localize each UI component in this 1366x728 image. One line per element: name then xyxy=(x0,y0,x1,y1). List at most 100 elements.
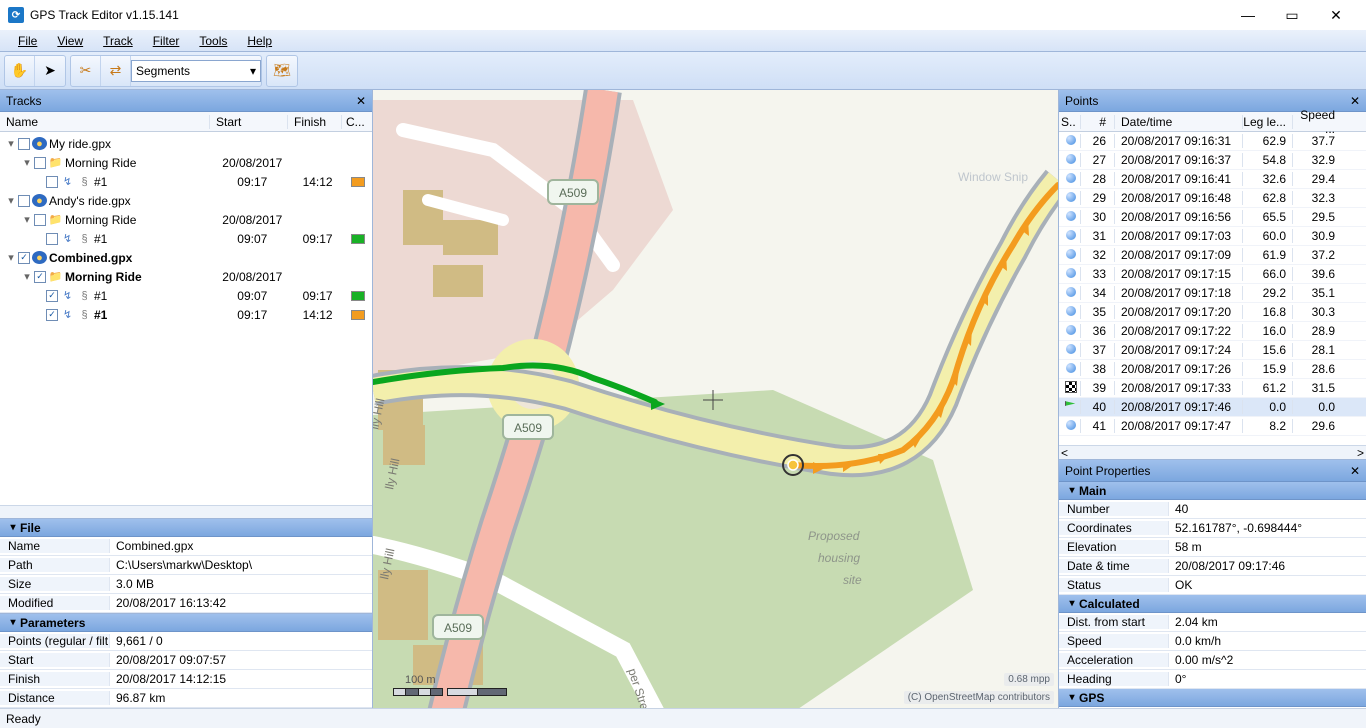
prop-label: Points (regular / filt xyxy=(0,634,110,648)
point-leg: 65.5 xyxy=(1243,210,1293,224)
gps-section-header[interactable]: ▾ GPS xyxy=(1059,689,1366,707)
menu-tools[interactable]: Tools xyxy=(189,30,237,51)
point-row[interactable]: 3520/08/2017 09:17:2016.830.3 xyxy=(1059,303,1366,322)
collapse-icon: ▾ xyxy=(1065,692,1079,703)
reverse-tool[interactable]: ⇄ xyxy=(101,56,131,86)
point-num: 32 xyxy=(1081,248,1115,262)
prop-value: 20/08/2017 16:13:42 xyxy=(110,596,372,610)
tree-row[interactable]: ↯§#109:1714:12 xyxy=(0,172,372,191)
param-prop-row: Start20/08/2017 09:07:57 xyxy=(0,651,372,670)
point-row[interactable]: 3620/08/2017 09:17:2216.028.9 xyxy=(1059,322,1366,341)
segment-selector[interactable]: Segments ▾ xyxy=(131,60,261,82)
point-row[interactable]: 2920/08/2017 09:16:4862.832.3 xyxy=(1059,189,1366,208)
track-start: 09:07 xyxy=(214,289,291,303)
point-datetime: 20/08/2017 09:17:03 xyxy=(1115,229,1243,243)
points-list[interactable]: 2620/08/2017 09:16:3162.937.72720/08/201… xyxy=(1059,132,1366,445)
point-speed: 28.6 xyxy=(1293,362,1341,376)
col-num[interactable]: # xyxy=(1081,115,1115,129)
map-tool[interactable]: 🗺 xyxy=(267,56,297,86)
tree-row[interactable]: ✓↯§#109:1714:12 xyxy=(0,305,372,324)
col-color[interactable]: C... xyxy=(342,115,370,129)
tree-row[interactable]: ✓↯§#109:0709:17 xyxy=(0,286,372,305)
col-leg[interactable]: Leg le... xyxy=(1243,115,1293,129)
map-canvas[interactable]: A509 A509 A509 lly Hill lly Hill lly Hil… xyxy=(373,90,1058,708)
menu-help[interactable]: Help xyxy=(237,30,282,51)
point-row[interactable]: 3320/08/2017 09:17:1566.039.6 xyxy=(1059,265,1366,284)
col-finish[interactable]: Finish xyxy=(288,115,342,129)
point-speed: 37.2 xyxy=(1293,248,1341,262)
point-datetime: 20/08/2017 09:16:37 xyxy=(1115,153,1243,167)
point-num: 40 xyxy=(1081,400,1115,414)
point-row[interactable]: 2820/08/2017 09:16:4132.629.4 xyxy=(1059,170,1366,189)
point-row[interactable]: 2720/08/2017 09:16:3754.832.9 xyxy=(1059,151,1366,170)
tracks-scrollbar[interactable] xyxy=(0,505,372,518)
prop-label: Size xyxy=(0,577,110,591)
close-icon[interactable]: ✕ xyxy=(356,94,366,108)
point-leg: 60.0 xyxy=(1243,229,1293,243)
menu-track[interactable]: Track xyxy=(93,30,143,51)
cut-tool[interactable]: ✂ xyxy=(71,56,101,86)
track-start: 20/08/2017 xyxy=(214,270,291,284)
point-row[interactable]: 2620/08/2017 09:16:3162.937.7 xyxy=(1059,132,1366,151)
collapse-icon: ▾ xyxy=(6,522,20,533)
point-row[interactable]: 3220/08/2017 09:17:0961.937.2 xyxy=(1059,246,1366,265)
pointprop-main-row: Elevation58 m xyxy=(1059,538,1366,557)
col-datetime[interactable]: Date/time xyxy=(1115,115,1243,129)
parameters-panel-header[interactable]: ▾ Parameters xyxy=(0,614,372,632)
col-name[interactable]: Name xyxy=(0,115,210,129)
maximize-button[interactable]: ▭ xyxy=(1270,1,1314,29)
point-datetime: 20/08/2017 09:16:48 xyxy=(1115,191,1243,205)
point-leg: 0.0 xyxy=(1243,400,1293,414)
pan-tool[interactable]: ✋ xyxy=(5,56,35,86)
prop-label: Date & time xyxy=(1059,559,1169,573)
point-row[interactable]: 3920/08/2017 09:17:3361.231.5 xyxy=(1059,379,1366,398)
status-text: Ready xyxy=(6,712,41,726)
file-prop-row: Modified20/08/2017 16:13:42 xyxy=(0,594,372,613)
tree-row[interactable]: ▾●Andy's ride.gpx xyxy=(0,191,372,210)
prop-value: 20/08/2017 09:17:46 xyxy=(1169,559,1366,573)
titlebar: ⟳ GPS Track Editor v1.15.141 — ▭ ✕ xyxy=(0,0,1366,30)
prop-value: 0.00 m/s^2 xyxy=(1169,653,1366,667)
tree-row[interactable]: ↯§#109:0709:17 xyxy=(0,229,372,248)
point-num: 31 xyxy=(1081,229,1115,243)
tree-row[interactable]: ▾●My ride.gpx xyxy=(0,134,372,153)
points-panel: Points ✕ S.. # Date/time Leg le... Speed… xyxy=(1059,90,1366,460)
svg-text:A509: A509 xyxy=(444,621,472,635)
calculated-section-header[interactable]: ▾ Calculated xyxy=(1059,595,1366,613)
point-row[interactable]: 3720/08/2017 09:17:2415.628.1 xyxy=(1059,341,1366,360)
menu-filter[interactable]: Filter xyxy=(143,30,190,51)
tree-row[interactable]: ▾📁Morning Ride20/08/2017 xyxy=(0,153,372,172)
col-start[interactable]: Start xyxy=(210,115,288,129)
main-section-header[interactable]: ▾ Main xyxy=(1059,482,1366,500)
tracks-tree[interactable]: ▾●My ride.gpx▾📁Morning Ride20/08/2017↯§#… xyxy=(0,132,372,505)
points-hscroll[interactable]: <> xyxy=(1059,445,1366,459)
point-row[interactable]: 3420/08/2017 09:17:1829.235.1 xyxy=(1059,284,1366,303)
point-row[interactable]: 4120/08/2017 09:17:478.229.6 xyxy=(1059,417,1366,436)
point-row[interactable]: 3120/08/2017 09:17:0360.030.9 xyxy=(1059,227,1366,246)
close-window-button[interactable]: ✕ xyxy=(1314,1,1358,29)
tree-row[interactable]: ▾✓●Combined.gpx xyxy=(0,248,372,267)
prop-value: 0.0 km/h xyxy=(1169,634,1366,648)
close-icon[interactable]: ✕ xyxy=(1350,464,1360,478)
pointprop-calc-row: Speed0.0 km/h xyxy=(1059,632,1366,651)
menu-file[interactable]: File xyxy=(8,30,47,51)
point-row[interactable]: 3820/08/2017 09:17:2615.928.6 xyxy=(1059,360,1366,379)
close-icon[interactable]: ✕ xyxy=(1350,94,1360,108)
file-panel-header[interactable]: ▾ File xyxy=(0,519,372,537)
pointer-tool[interactable]: ➤ xyxy=(35,56,65,86)
file-panel: ▾ File NameCombined.gpxPathC:\Users\mark… xyxy=(0,518,372,613)
col-state[interactable]: S.. xyxy=(1059,115,1081,129)
tree-row[interactable]: ▾✓📁Morning Ride20/08/2017 xyxy=(0,267,372,286)
tool-group-edit: ✂ ⇄ Segments ▾ xyxy=(70,55,262,87)
minimize-button[interactable]: — xyxy=(1226,1,1270,29)
track-label: #1 xyxy=(94,289,107,303)
point-num: 37 xyxy=(1081,343,1115,357)
tree-row[interactable]: ▾📁Morning Ride20/08/2017 xyxy=(0,210,372,229)
point-row[interactable]: 3020/08/2017 09:16:5665.529.5 xyxy=(1059,208,1366,227)
prop-label: Speed xyxy=(1059,634,1169,648)
prop-value: 52.161787°, -0.698444° xyxy=(1169,521,1366,535)
point-speed: 32.9 xyxy=(1293,153,1341,167)
track-start: 09:07 xyxy=(214,232,291,246)
menu-view[interactable]: View xyxy=(47,30,93,51)
point-row[interactable]: 4020/08/2017 09:17:460.00.0 xyxy=(1059,398,1366,417)
